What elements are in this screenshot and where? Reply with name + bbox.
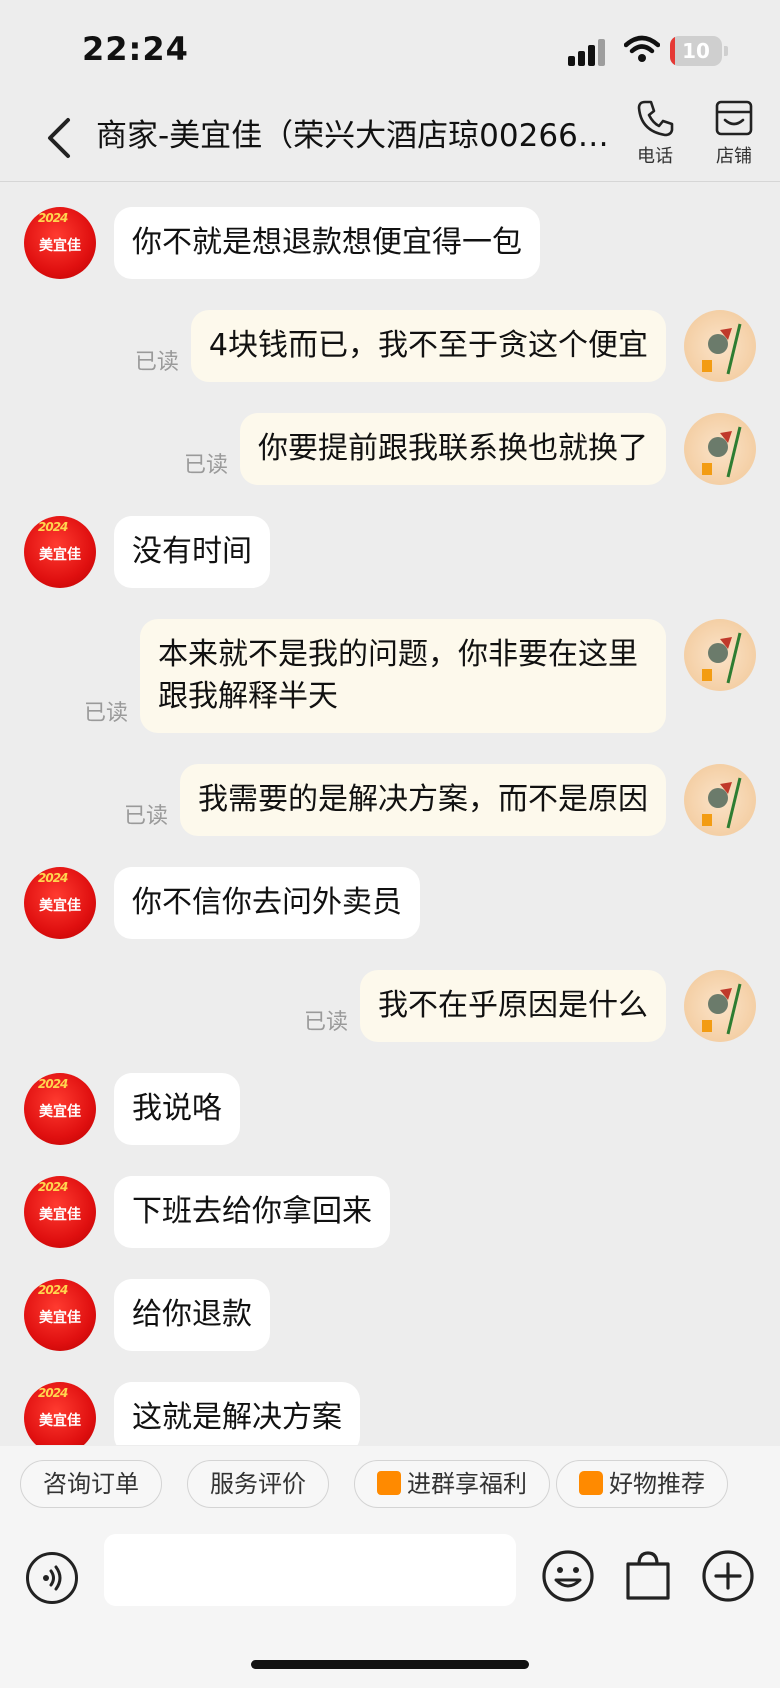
chip-label: 服务评价 [210, 1470, 306, 1498]
merchant-avatar[interactable]: 2024 美宜佳 [24, 1279, 96, 1351]
status-time: 22:24 [82, 30, 189, 68]
read-status: 已读 [303, 1010, 348, 1035]
chat-messages[interactable]: 2024 美宜佳 你不就是想退款想便宜得一包 已读 4块钱而已，我不至于贪这个便宜… [0, 183, 780, 1445]
read-status: 已读 [183, 453, 228, 478]
message-bubble[interactable]: 我不在乎原因是什么 [360, 970, 666, 1042]
message-incoming: 2024 美宜佳 这就是解决方案 [0, 1382, 780, 1445]
merchant-avatar[interactable]: 2024 美宜佳 [24, 867, 96, 939]
merchant-avatar[interactable]: 2024 美宜佳 [24, 1073, 96, 1145]
read-status: 已读 [123, 804, 168, 829]
store-label: 店铺 [716, 146, 752, 167]
battery-level: 10 [682, 39, 710, 63]
message-incoming: 2024 美宜佳 给你退款 [0, 1279, 780, 1351]
phone-button[interactable]: 电话 [620, 98, 690, 178]
user-avatar[interactable] [684, 970, 756, 1042]
message-incoming: 2024 美宜佳 我说咯 [0, 1073, 780, 1145]
merchant-avatar[interactable]: 2024 美宜佳 [24, 207, 96, 279]
read-status: 已读 [83, 701, 128, 726]
message-bubble[interactable]: 你不就是想退款想便宜得一包 [114, 207, 540, 279]
voice-icon [43, 1565, 62, 1591]
message-incoming: 2024 美宜佳 你不信你去问外卖员 [0, 867, 780, 939]
message-outgoing: 已读 我需要的是解决方案，而不是原因 [0, 764, 780, 836]
plus-icon[interactable] [700, 1548, 756, 1604]
voice-input-button[interactable] [26, 1552, 78, 1604]
message-incoming: 2024 美宜佳 你不就是想退款想便宜得一包 [0, 207, 780, 279]
message-outgoing: 已读 你要提前跟我联系换也就换了 [0, 413, 780, 485]
quick-reply-order-inquiry[interactable]: 咨询订单 [20, 1460, 162, 1508]
message-incoming: 2024 美宜佳 下班去给你拿回来 [0, 1176, 780, 1248]
message-bubble[interactable]: 这就是解决方案 [114, 1382, 360, 1445]
message-bubble[interactable]: 下班去给你拿回来 [114, 1176, 390, 1248]
quick-reply-bar: 咨询订单 服务评价 进群享福利 好物推荐 [0, 1446, 780, 1526]
message-bubble[interactable]: 你要提前跟我联系换也就换了 [240, 413, 666, 485]
message-bubble[interactable]: 本来就不是我的问题，你非要在这里跟我解释半天 [140, 619, 666, 733]
phone-label: 电话 [637, 146, 673, 167]
user-avatar[interactable] [684, 619, 756, 691]
message-outgoing: 已读 4块钱而已，我不至于贪这个便宜 [0, 310, 780, 382]
emoji-icon[interactable] [540, 1548, 596, 1604]
chip-label: 进群享福利 [407, 1470, 527, 1498]
merchant-avatar[interactable]: 2024 美宜佳 [24, 516, 96, 588]
chip-label: 咨询订单 [43, 1470, 139, 1498]
store-button[interactable]: 店铺 [699, 98, 769, 178]
message-bubble[interactable]: 我需要的是解决方案，而不是原因 [180, 764, 666, 836]
input-bar [0, 1526, 780, 1688]
cellular-signal-icon [568, 38, 608, 66]
message-outgoing: 已读 我不在乎原因是什么 [0, 970, 780, 1042]
message-bubble[interactable]: 我说咯 [114, 1073, 240, 1145]
message-input[interactable] [104, 1534, 516, 1606]
quick-reply-service-review[interactable]: 服务评价 [187, 1460, 329, 1508]
wifi-icon [624, 35, 660, 62]
message-outgoing: 已读 本来就不是我的问题，你非要在这里跟我解释半天 [0, 619, 780, 733]
phone-icon [637, 100, 674, 137]
home-indicator[interactable] [251, 1660, 529, 1669]
status-bar: 22:24 10 [0, 0, 780, 90]
quick-reply-recommendations[interactable]: 好物推荐 [556, 1460, 728, 1508]
quick-reply-join-group[interactable]: 进群享福利 [354, 1460, 550, 1508]
shopping-bag-icon [579, 1471, 603, 1495]
chat-title: 商家-美宜佳（荣兴大酒店琼00266… [96, 118, 609, 154]
user-avatar[interactable] [684, 310, 756, 382]
battery-icon: 10 [670, 36, 728, 66]
user-avatar[interactable] [684, 764, 756, 836]
user-avatar[interactable] [684, 413, 756, 485]
message-bubble[interactable]: 你不信你去问外卖员 [114, 867, 420, 939]
chip-label: 好物推荐 [609, 1470, 705, 1498]
message-bubble[interactable]: 4块钱而已，我不至于贪这个便宜 [190, 310, 666, 382]
chat-header: 商家-美宜佳（荣兴大酒店琼00266… 电话 店铺 [0, 90, 780, 182]
message-incoming: 2024 美宜佳 没有时间 [0, 516, 780, 588]
shopping-bag-icon[interactable] [620, 1548, 676, 1604]
read-status: 已读 [134, 350, 179, 375]
back-arrow-icon[interactable] [40, 116, 80, 160]
merchant-avatar[interactable]: 2024 美宜佳 [24, 1176, 96, 1248]
store-icon [715, 100, 753, 136]
message-bubble[interactable]: 给你退款 [114, 1279, 270, 1351]
merchant-avatar[interactable]: 2024 美宜佳 [24, 1382, 96, 1445]
message-bubble[interactable]: 没有时间 [114, 516, 270, 588]
group-icon [377, 1471, 401, 1495]
